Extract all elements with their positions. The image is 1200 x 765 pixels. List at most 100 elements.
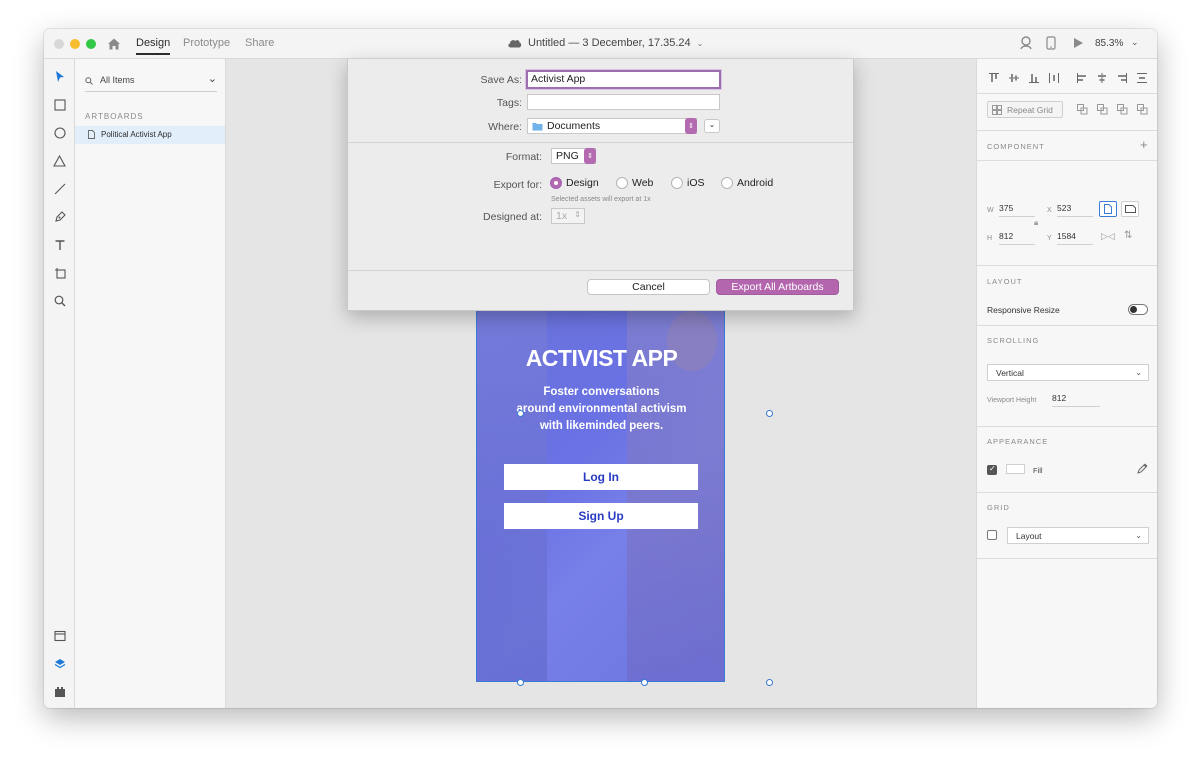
user-icon[interactable] (1019, 36, 1033, 50)
artboards-section-label: ARTBOARDS (85, 112, 144, 121)
play-icon[interactable] (1072, 36, 1084, 50)
text-icon[interactable] (52, 237, 67, 252)
layers-icon[interactable] (52, 656, 67, 671)
scrolling-select[interactable]: Vertical ⌄ (987, 364, 1149, 381)
width-input[interactable]: 375 (999, 203, 1035, 217)
zoom-level[interactable]: 85.3% (1095, 38, 1123, 49)
radio-label: iOS (687, 177, 705, 189)
resize-handle[interactable] (641, 679, 648, 686)
select-icon[interactable] (52, 69, 67, 84)
export-for-design-radio[interactable]: Design (550, 177, 599, 189)
resize-handle[interactable] (766, 410, 773, 417)
fill-checkbox[interactable] (987, 464, 997, 475)
radio-label: Design (566, 177, 599, 189)
artboard-activist-app[interactable]: ACTIVIST APP Foster conversations around… (476, 310, 725, 682)
layer-item-political-activist-app[interactable]: Political Activist App (75, 126, 225, 144)
device-preview-icon[interactable] (1046, 36, 1056, 50)
boolean-intersect-icon[interactable] (1117, 104, 1128, 115)
signup-button[interactable]: Sign Up (504, 503, 698, 529)
pen-icon[interactable] (52, 209, 67, 224)
boolean-add-icon[interactable] (1077, 104, 1088, 115)
rectangle-icon[interactable] (52, 97, 67, 112)
inspector-separator (977, 426, 1157, 427)
resize-handle[interactable] (517, 679, 524, 686)
eyedropper-icon[interactable] (1137, 463, 1148, 474)
tab-prototype[interactable]: Prototype (183, 37, 230, 49)
distribute-horizontal-icon[interactable] (1049, 73, 1059, 83)
flip-vertical-icon[interactable]: ⇅ (1124, 230, 1132, 241)
grid-checkbox[interactable] (987, 530, 997, 540)
format-select[interactable]: PNG ⇕ (551, 148, 596, 164)
export-for-web-radio[interactable]: Web (616, 177, 653, 189)
chevron-down-icon: ⌄ (207, 73, 217, 85)
repeat-grid-button[interactable]: Repeat Grid (987, 101, 1063, 118)
format-value: PNG (556, 150, 579, 162)
document-title[interactable]: Untitled — 3 December, 17.35.24 ⌄ (507, 37, 703, 49)
artboard-icon[interactable] (52, 265, 67, 280)
radio-dot (671, 177, 683, 189)
radio-dot (721, 177, 733, 189)
artboard-page-icon (88, 130, 95, 139)
boolean-subtract-icon[interactable] (1097, 104, 1108, 115)
minimize-window-button[interactable] (70, 39, 80, 49)
resize-handle[interactable] (766, 679, 773, 686)
ellipse-icon[interactable] (52, 125, 67, 140)
grid-section-label: GRID (987, 503, 1010, 512)
align-left-icon[interactable] (1077, 73, 1087, 83)
fill-label: Fill (1033, 466, 1043, 475)
home-icon[interactable] (107, 37, 121, 51)
where-select[interactable]: Documents ⇕ (527, 118, 697, 134)
fill-color-swatch[interactable] (1006, 464, 1025, 474)
export-all-artboards-button[interactable]: Export All Artboards (716, 279, 839, 295)
close-window-button[interactable] (54, 39, 64, 49)
property-inspector: Repeat Grid COMPONENT + W 375 X 523 🔒︎ H… (976, 59, 1157, 708)
responsive-resize-toggle[interactable] (1128, 304, 1148, 315)
inspector-separator (977, 492, 1157, 493)
login-button[interactable]: Log In (504, 464, 698, 490)
line-icon[interactable] (52, 181, 67, 196)
align-center-icon[interactable] (1097, 73, 1107, 83)
align-top-icon[interactable] (989, 73, 999, 83)
radio-dot (616, 177, 628, 189)
export-for-ios-radio[interactable]: iOS (671, 177, 705, 189)
lock-aspect-icon[interactable]: 🔒︎ (1034, 218, 1038, 228)
grid-type-select[interactable]: Layout ⌄ (1007, 527, 1149, 544)
designed-at-select[interactable]: 1x ⇕ (551, 208, 585, 224)
x-input[interactable]: 523 (1057, 203, 1093, 217)
polygon-icon[interactable] (52, 153, 67, 168)
zoom-icon[interactable] (52, 293, 67, 308)
landscape-orientation-button[interactable] (1121, 201, 1139, 217)
boolean-exclude-icon[interactable] (1137, 104, 1148, 115)
y-input[interactable]: 1584 (1057, 231, 1093, 245)
component-section-label: COMPONENT (987, 142, 1045, 151)
chevron-down-icon[interactable]: ⌄ (1131, 37, 1139, 48)
align-middle-icon[interactable] (1009, 73, 1019, 83)
expand-location-button[interactable]: ⌄ (704, 119, 720, 133)
tab-share[interactable]: Share (245, 37, 274, 49)
scrolling-section-label: SCROLLING (987, 336, 1040, 345)
export-for-android-radio[interactable]: Android (721, 177, 773, 189)
save-as-input[interactable]: Activist App (526, 70, 721, 89)
maximize-window-button[interactable] (86, 39, 96, 49)
layer-filter-dropdown[interactable]: All Items ⌄ (85, 72, 217, 92)
flip-horizontal-icon[interactable]: ▷◁ (1101, 231, 1115, 242)
distribute-vertical-icon[interactable] (1137, 73, 1147, 83)
plugins-icon[interactable] (52, 684, 67, 699)
layout-section-label: LAYOUT (987, 277, 1023, 286)
viewport-height-input[interactable]: 812 (1052, 393, 1100, 407)
align-right-icon[interactable] (1117, 73, 1127, 83)
designed-at-value: 1x (556, 210, 568, 222)
assets-icon[interactable] (52, 628, 67, 643)
portrait-orientation-button[interactable] (1099, 201, 1117, 217)
portrait-icon (1104, 204, 1112, 214)
height-input[interactable]: 812 (999, 231, 1035, 245)
resize-handle[interactable] (517, 410, 524, 417)
cancel-button[interactable]: Cancel (587, 279, 710, 295)
add-component-icon[interactable]: + (1140, 137, 1148, 152)
tab-design[interactable]: Design (136, 37, 171, 55)
tags-input[interactable] (527, 94, 720, 110)
radio-label: Web (632, 177, 654, 189)
radio-label: Android (737, 177, 774, 189)
align-bottom-icon[interactable] (1029, 73, 1039, 83)
layer-filter-label: All Items (100, 75, 135, 85)
